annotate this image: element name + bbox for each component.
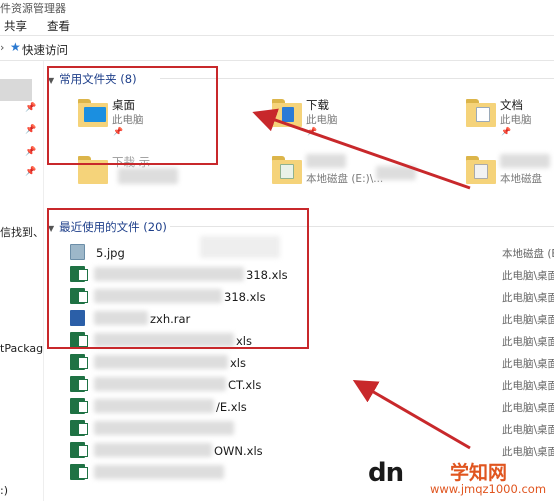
logo-mark: dn bbox=[368, 458, 404, 488]
arrow-to-frequent bbox=[252, 108, 471, 190]
arrow-to-recent bbox=[352, 379, 471, 450]
site-name: 学知网 bbox=[450, 462, 508, 484]
watermark-logo: dn 学知网 www.jmqz1000.com bbox=[368, 458, 554, 501]
site-url: www.jmqz1000.com bbox=[430, 482, 547, 496]
annotation-arrows bbox=[252, 108, 471, 450]
